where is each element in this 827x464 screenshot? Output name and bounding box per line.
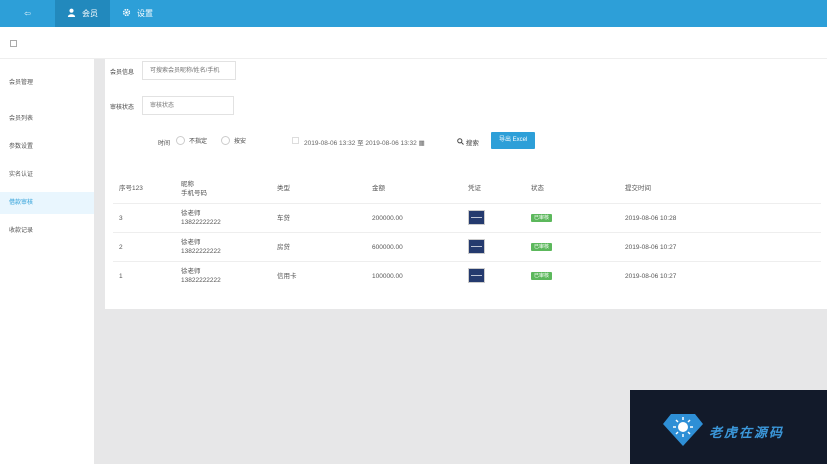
row-type: 房贷 [277,244,290,251]
time-option-by-date[interactable]: 按安 [221,136,246,145]
top-nav-member-label: 会员 [82,9,98,18]
proof-thumbnail[interactable] [468,239,485,254]
sidebar-item-member-management[interactable]: 会员管理 [0,72,94,94]
sidebar-item-parameter-settings[interactable]: 参数设置 [0,136,94,158]
row-id: 1 [119,273,123,280]
member-info-label: 会员信息 [110,70,135,76]
status-badge: 已审核 [531,214,553,222]
search-button-label: 搜索 [465,140,479,147]
search-icon [457,138,466,147]
row-name: 徐老师 [181,239,201,246]
row-id: 2 [119,244,123,251]
row-phone: 13822222222 [181,219,221,226]
watermark-text: 老虎在源码 [709,426,785,441]
header-status: 状态 [531,185,544,192]
row-member: 徐老师 13822222222 [181,209,221,227]
header-proof: 凭证 [468,185,481,192]
review-status-select[interactable] [142,96,234,115]
gear-icon [122,8,131,19]
row-name: 徐老师 [181,210,201,217]
row-id: 3 [119,215,123,222]
row-time: 2019-08-06 10:27 [625,244,677,251]
radio-unspecified[interactable] [176,136,185,145]
top-bar: ⇦ 会员 设置 [0,0,827,27]
row-type: 信用卡 [277,273,297,280]
top-nav-settings-label: 设置 [137,9,153,18]
row-type: 车贷 [277,215,290,222]
date-range-text: 2019-08-06 13:32 至 2019-08-06 13:32 [304,140,417,147]
row-amount: 600000.00 [372,244,403,251]
header-name-line1: 昵称 [181,181,194,188]
watermark: 老虎在源码 [630,390,827,464]
header-amount: 金额 [372,185,385,192]
sidebar: 会员管理 会员列表 参数设置 实名认证 借款审核 收款记录 [0,59,94,464]
top-nav-member[interactable]: 会员 [55,0,110,27]
time-option-unspecified[interactable]: 不指定 [176,136,207,145]
row-time: 2019-08-06 10:27 [625,273,677,280]
calendar-icon: ▦ [418,140,425,147]
top-nav: 会员 设置 [55,0,165,27]
proof-thumbnail[interactable] [468,210,485,225]
proof-thumbnail[interactable] [468,268,485,283]
date-range-checkbox[interactable] [292,137,299,144]
tab-bar [0,27,827,59]
date-range-value[interactable]: 2019-08-06 13:32 至 2019-08-06 13:32 ▦ [304,137,425,147]
review-status-label: 审核状态 [110,105,135,111]
header-id: 序号123 [119,185,143,192]
sidebar-item-member-list[interactable]: 会员列表 [0,108,94,130]
status-badge: 已审核 [531,243,553,251]
radio-by-date[interactable] [221,136,230,145]
header-name-line2: 手机号码 [181,190,207,197]
row-member: 徐老师 13822222222 [181,238,221,256]
row-member: 徐老师 13822222222 [181,267,221,285]
time-option-by-date-label: 按安 [234,139,247,145]
row-amount: 100000.00 [372,273,403,280]
row-time: 2019-08-06 10:28 [625,215,677,222]
row-phone: 13822222222 [181,277,221,284]
home-tab-icon[interactable] [10,40,17,47]
table-row: 1 徐老师 13822222222 信用卡 100000.00 已审核 2019… [113,261,821,290]
header-name: 昵称 手机号码 [181,180,207,198]
export-excel-button[interactable]: 导出 Excel [491,132,536,149]
time-option-unspecified-label: 不指定 [189,139,208,145]
row-phone: 13822222222 [181,248,221,255]
time-label: 时间 [158,141,171,147]
user-icon [67,8,76,19]
header-type: 类型 [277,185,290,192]
top-nav-settings[interactable]: 设置 [110,0,165,27]
member-search-input[interactable] [142,61,236,80]
row-name: 徐老师 [181,268,201,275]
sidebar-item-real-name-auth[interactable]: 实名认证 [0,164,94,186]
collapse-sidebar-icon[interactable]: ⇦ [0,0,55,27]
header-time: 提交时间 [625,185,651,192]
sidebar-item-payment-records[interactable]: 收款记录 [0,220,94,242]
table-row: 2 徐老师 13822222222 房贷 600000.00 已审核 2019-… [113,232,821,261]
sidebar-item-loan-review[interactable]: 借款审核 [0,192,94,214]
row-amount: 200000.00 [372,215,403,222]
diamond-sun-logo-icon [663,414,703,446]
search-button[interactable]: 搜索 [457,137,479,147]
status-badge: 已审核 [531,272,553,280]
table-header: 序号123 昵称 手机号码 类型 金额 凭证 状态 提交时间 [113,173,821,203]
table-row: 3 徐老师 13822222222 车贷 200000.00 已审核 2019-… [113,203,821,232]
